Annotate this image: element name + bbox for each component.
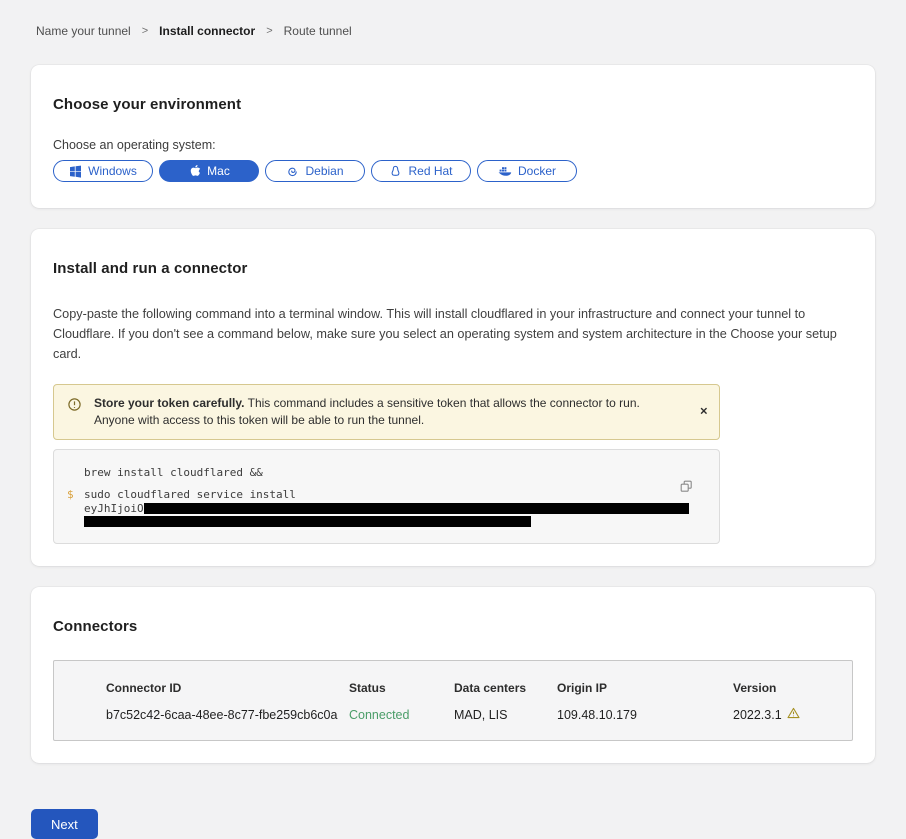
apple-icon xyxy=(188,164,201,178)
os-button-docker[interactable]: Docker xyxy=(477,160,577,182)
os-select-label: Choose an operating system: xyxy=(53,138,853,152)
alert-circle-icon xyxy=(67,397,82,417)
os-button-label: Docker xyxy=(518,164,556,178)
chevron-separator: > xyxy=(142,25,148,37)
warning-triangle-icon[interactable] xyxy=(787,707,800,722)
version-number: 2022.3.1 xyxy=(733,708,782,722)
col-origin-ip: Origin IP xyxy=(557,681,733,695)
windows-icon xyxy=(69,165,82,178)
os-button-label: Mac xyxy=(207,164,230,178)
table-row: b7c52c42-6caa-48ee-8c77-fbe259cb6c0a Con… xyxy=(106,707,832,722)
install-card-title: Install and run a connector xyxy=(53,260,853,277)
version-value: 2022.3.1 xyxy=(733,707,832,722)
connector-id-value: b7c52c42-6caa-48ee-8c77-fbe259cb6c0a xyxy=(106,708,349,722)
os-button-windows[interactable]: Windows xyxy=(53,160,153,182)
os-button-label: Red Hat xyxy=(408,164,452,178)
redaction-bar xyxy=(144,503,689,514)
docker-whale-icon xyxy=(498,165,512,177)
token-prefix: eyJhIjoiO xyxy=(84,501,144,516)
choose-environment-card: Choose your environment Choose an operat… xyxy=(31,65,875,208)
debian-icon xyxy=(286,165,299,178)
data-centers-value: MAD, LIS xyxy=(454,708,557,722)
chevron-separator: > xyxy=(266,25,272,37)
status-badge: Connected xyxy=(349,708,454,722)
breadcrumb-install-connector[interactable]: Install connector xyxy=(159,24,255,38)
os-button-mac[interactable]: Mac xyxy=(159,160,259,182)
connectors-card: Connectors Connector ID Status Data cent… xyxy=(31,587,875,763)
install-description: Copy-paste the following command into a … xyxy=(53,304,853,364)
col-version: Version xyxy=(733,681,832,695)
table-header-row: Connector ID Status Data centers Origin … xyxy=(106,681,832,695)
os-button-label: Windows xyxy=(88,164,137,178)
origin-ip-value: 109.48.10.179 xyxy=(557,708,733,722)
next-button[interactable]: Next xyxy=(31,809,98,839)
token-warning-banner: Store your token carefully. This command… xyxy=(53,384,720,440)
os-button-group: Windows Mac Debian Red Hat Docker xyxy=(53,160,853,186)
shell-prompt: $ xyxy=(67,487,74,502)
warning-title: Store your token carefully. xyxy=(94,396,245,410)
os-button-label: Debian xyxy=(305,164,343,178)
install-connector-card: Install and run a connector Copy-paste t… xyxy=(31,229,875,566)
os-button-debian[interactable]: Debian xyxy=(265,160,365,182)
code-line-brew: brew install cloudflared && xyxy=(84,465,689,480)
code-line-token: eyJhIjoiO xyxy=(84,501,689,516)
col-status: Status xyxy=(349,681,454,695)
col-data-centers: Data centers xyxy=(454,681,557,695)
close-icon[interactable]: ✕ xyxy=(700,407,708,418)
redhat-linux-icon xyxy=(389,165,402,178)
breadcrumb-route-tunnel[interactable]: Route tunnel xyxy=(284,24,352,38)
environment-card-title: Choose your environment xyxy=(53,96,853,113)
connectors-table: Connector ID Status Data centers Origin … xyxy=(53,660,853,741)
breadcrumb-name-your-tunnel[interactable]: Name your tunnel xyxy=(36,24,131,38)
col-connector-id: Connector ID xyxy=(106,681,349,695)
os-button-redhat[interactable]: Red Hat xyxy=(371,160,471,182)
connectors-card-title: Connectors xyxy=(53,618,853,635)
code-line-sudo: sudo cloudflared service install xyxy=(84,487,689,502)
redaction-bar xyxy=(84,516,531,527)
install-command-codeblock: brew install cloudflared && $ sudo cloud… xyxy=(53,449,720,544)
tunnel-wizard-page: Name your tunnel > Install connector > R… xyxy=(0,0,906,839)
copy-icon[interactable] xyxy=(678,478,695,498)
breadcrumb: Name your tunnel > Install connector > R… xyxy=(31,24,875,38)
